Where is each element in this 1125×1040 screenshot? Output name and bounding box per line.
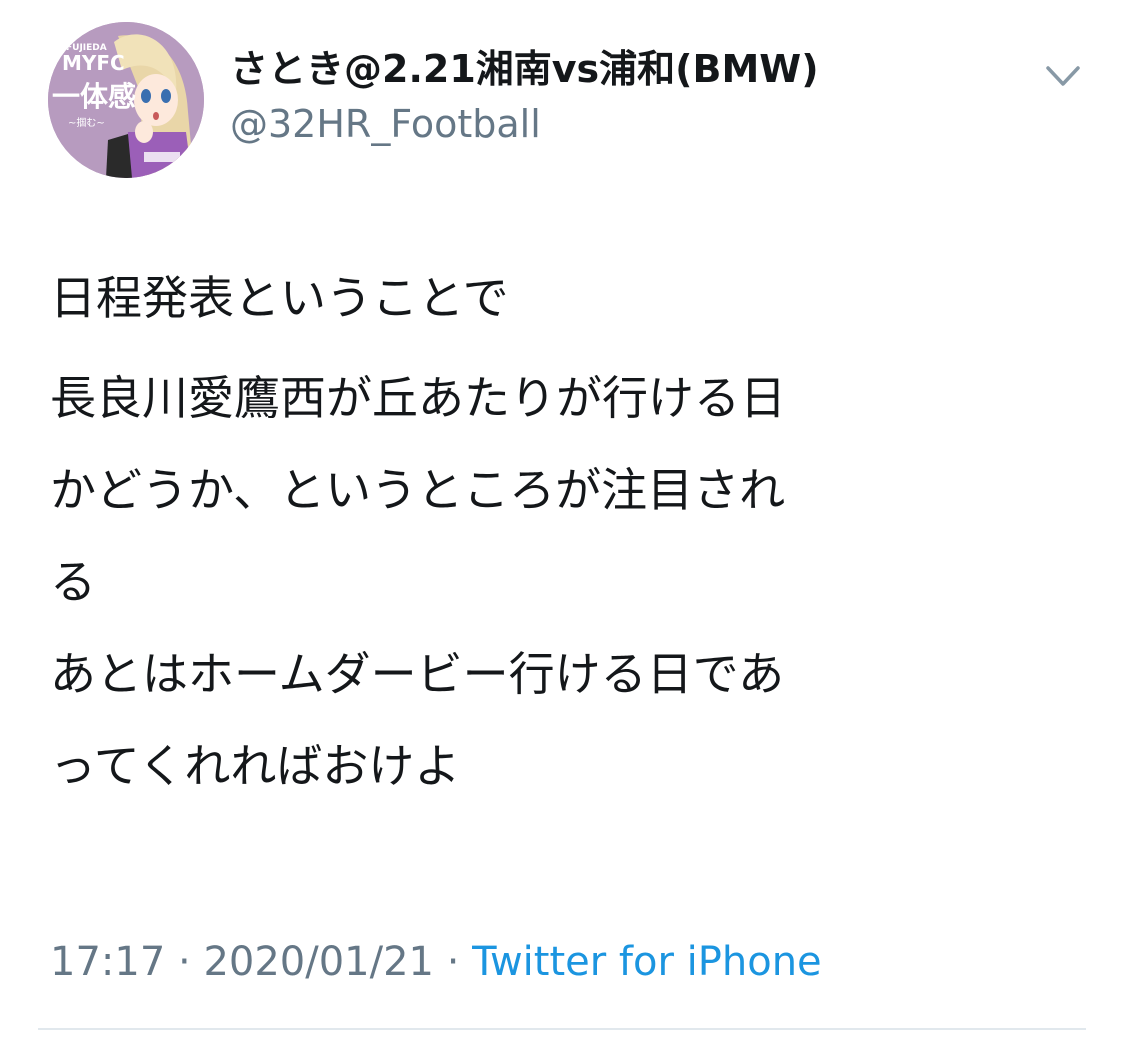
meta-separator: · [433, 939, 473, 985]
tweet-time[interactable]: 17:17 [50, 939, 165, 985]
chevron-down-icon [1046, 66, 1080, 86]
user-avatar[interactable]: FUJIEDA MYFC 一体感 ~掴む~ [48, 22, 204, 178]
author-display-name[interactable]: さとき@2.21湘南vs浦和(BMW) [230, 44, 819, 94]
tweet-line: る [50, 555, 96, 609]
tweet-line: ってくれればおけよ [50, 739, 461, 793]
tweet-detail: FUJIEDA MYFC 一体感 ~掴む~ さとき@2.21湘南vs浦和(BMW… [0, 0, 1125, 1040]
tweet-line: あとはホームダービー行ける日であ [50, 647, 785, 701]
tweet-line: かどうか、というところが注目され [50, 463, 786, 517]
tweet-source-link[interactable]: Twitter for iPhone [472, 939, 822, 985]
avatar-text-main: 一体感 [52, 80, 136, 113]
tweet-meta: 17:17 · 2020/01/21 · Twitter for iPhone [50, 936, 822, 988]
tweet-date[interactable]: 2020/01/21 [203, 939, 434, 985]
avatar-image: FUJIEDA MYFC 一体感 ~掴む~ [48, 22, 204, 178]
divider [38, 1028, 1086, 1030]
tweet-text: 日程発表ということで 長良川愛鷹西が丘あたりが行ける日 かどうか、というところが… [50, 252, 1060, 812]
tweet-menu-button[interactable] [1040, 58, 1086, 98]
meta-separator: · [165, 939, 204, 985]
tweet-paragraph: 長良川愛鷹西が丘あたりが行ける日 かどうか、というところが注目され る あとはホ… [50, 352, 1060, 812]
avatar-text-brand: MYFC [62, 51, 125, 75]
author-handle[interactable]: @32HR_Football [230, 100, 541, 148]
tweet-line: 長良川愛鷹西が丘あたりが行ける日 [50, 371, 786, 425]
avatar-text-sub: ~掴む~ [68, 116, 105, 129]
tweet-paragraph: 日程発表ということで [50, 271, 509, 325]
